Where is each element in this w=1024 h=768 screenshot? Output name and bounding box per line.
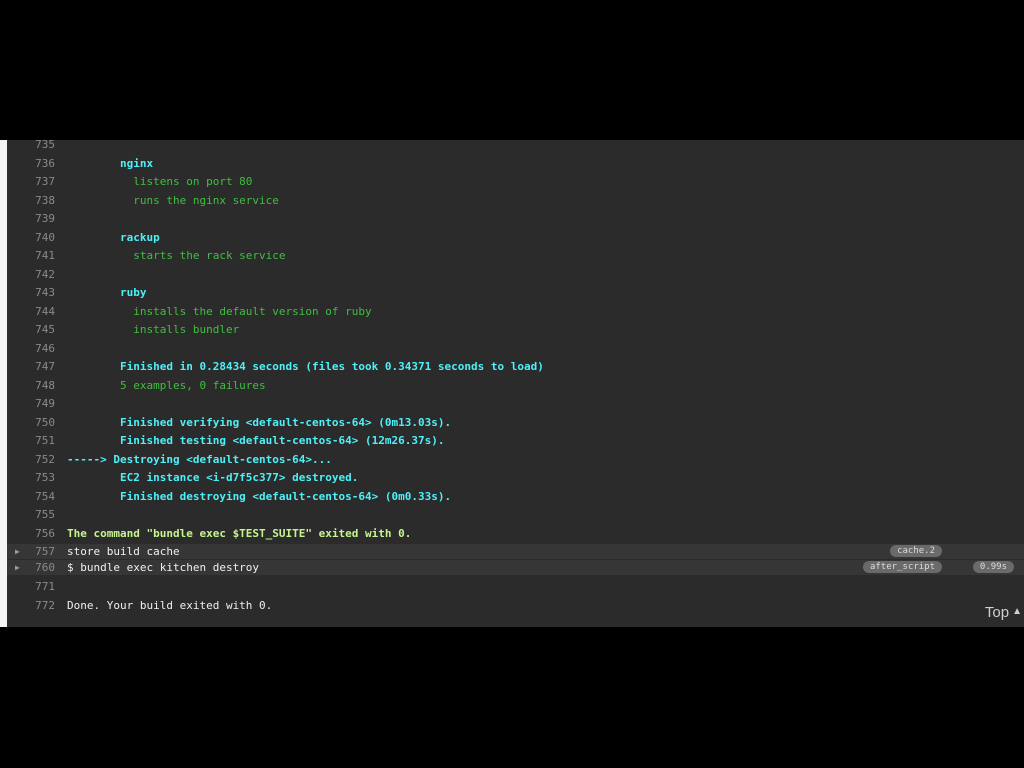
log-line: 752 -----> Destroying <default-centos-64>… (7, 451, 1024, 469)
line-text: -----> Destroying <default-centos-64>... (67, 452, 332, 466)
line-number[interactable]: 755 (19, 506, 55, 524)
line-text: ruby (67, 286, 147, 299)
line-number[interactable]: 737 (19, 173, 55, 191)
log-line: 740 rackup (7, 229, 1024, 247)
line-number[interactable]: 748 (19, 377, 55, 395)
line-number[interactable]: 753 (19, 469, 55, 487)
top-link[interactable]: Top ▲ (985, 604, 1022, 621)
line-text: listens on port 80 (67, 175, 253, 188)
line-number[interactable]: 757 (19, 544, 55, 559)
line-number[interactable]: 760 (19, 560, 55, 575)
line-text: installs the default version of ruby (67, 304, 372, 318)
line-text: 5 examples, 0 failures (67, 378, 266, 392)
build-log: 735 736 nginx 737 listens on port 80 738 ru… (0, 140, 1024, 627)
duration-badge: 0.99s (972, 561, 1014, 573)
line-number[interactable]: 741 (19, 247, 55, 265)
line-text: Finished testing <default-centos-64> (12… (67, 434, 445, 447)
line-number[interactable]: 752 (19, 451, 55, 469)
line-number[interactable]: 751 (19, 432, 55, 450)
line-text: Finished destroying <default-centos-64> … (67, 489, 452, 503)
log-line: 745 installs bundler (7, 321, 1024, 339)
caret-up-icon[interactable]: ▲ (1012, 606, 1022, 617)
fold-row[interactable]: ▶ 760 $ bundle exec kitchen destroy after_s… (7, 560, 1024, 575)
log-line: 748 5 examples, 0 failures (7, 377, 1024, 395)
line-text: runs the nginx service (67, 193, 279, 207)
top-link-label[interactable]: Top (985, 604, 1009, 621)
line-number[interactable]: 745 (19, 321, 55, 339)
log-line: 737 listens on port 80 (7, 173, 1024, 191)
line-text: Finished in 0.28434 seconds (files took … (67, 360, 544, 373)
log-line: 751 Finished testing <default-centos-64>… (7, 432, 1024, 450)
log-line: 742 (7, 266, 1024, 284)
line-text: The command "bundle exec $TEST_SUITE" ex… (67, 526, 412, 540)
log-line: 735 (7, 140, 1024, 154)
log-line: 756 The command "bundle exec $TEST_SUITE"… (7, 525, 1024, 543)
line-number[interactable]: 772 (19, 597, 55, 615)
line-number[interactable]: 747 (19, 358, 55, 376)
line-number[interactable]: 744 (19, 303, 55, 321)
line-number[interactable]: 754 (19, 488, 55, 506)
line-text: starts the rack service (67, 249, 286, 262)
fold-label: $ bundle exec kitchen destroy (67, 561, 260, 574)
line-number[interactable]: 756 (19, 525, 55, 543)
line-number[interactable]: 735 (19, 140, 55, 154)
line-number[interactable]: 736 (19, 155, 55, 173)
log-line: 747 Finished in 0.28434 seconds (files t… (7, 358, 1024, 376)
fold-row[interactable]: ▶ 757 store build cache cache.2 (7, 544, 1024, 559)
log-line: 739 (7, 210, 1024, 228)
line-number[interactable]: 749 (19, 395, 55, 413)
line-text: Done. Your build exited with 0. (67, 598, 273, 612)
line-number[interactable]: 738 (19, 192, 55, 210)
log-line: 741 starts the rack service (7, 247, 1024, 265)
fold-badge: after_script (862, 561, 942, 573)
line-number[interactable]: 746 (19, 340, 55, 358)
log-line: 772 Done. Your build exited with 0. (7, 597, 1024, 615)
line-number[interactable]: 743 (19, 284, 55, 302)
line-number[interactable]: 739 (19, 210, 55, 228)
line-number[interactable]: 771 (19, 578, 55, 596)
fold-badge: cache.2 (890, 545, 942, 557)
log-line: 755 (7, 506, 1024, 524)
log-line: 736 nginx (7, 155, 1024, 173)
line-text: Finished verifying <default-centos-64> (… (67, 415, 452, 429)
log-line: 771 (7, 578, 1024, 596)
log-line: 744 installs the default version of ruby (7, 303, 1024, 321)
fold-label: store build cache (67, 545, 180, 558)
log-line: 746 (7, 340, 1024, 358)
log-line: 754 Finished destroying <default-centos-… (7, 488, 1024, 506)
line-number[interactable]: 740 (19, 229, 55, 247)
log-line: 749 (7, 395, 1024, 413)
log-left-edge (0, 140, 7, 627)
line-number[interactable]: 742 (19, 266, 55, 284)
log-line: 743 ruby (7, 284, 1024, 302)
line-text: installs bundler (67, 323, 240, 336)
line-text: nginx (67, 156, 154, 170)
line-number[interactable]: 750 (19, 414, 55, 432)
line-text: rackup (67, 230, 160, 244)
log-line: 738 runs the nginx service (7, 192, 1024, 210)
log-line: 753 EC2 instance <i-d7f5c377> destroyed. (7, 469, 1024, 487)
line-text: EC2 instance <i-d7f5c377> destroyed. (67, 471, 359, 484)
log-line: 750 Finished verifying <default-centos-6… (7, 414, 1024, 432)
